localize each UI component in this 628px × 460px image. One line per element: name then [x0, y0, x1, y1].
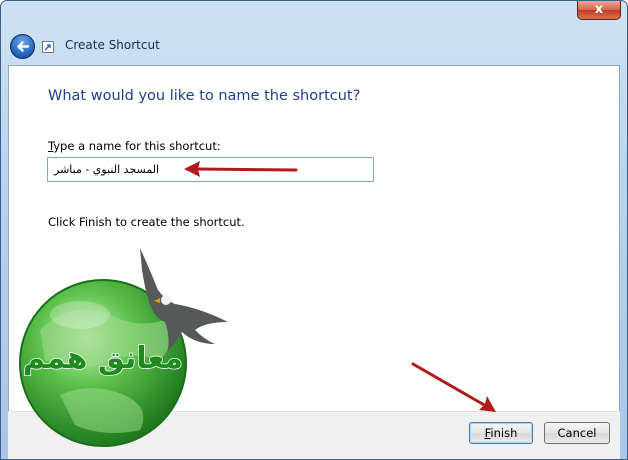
page-title: What would you like to name the shortcut… [48, 88, 361, 104]
finish-hint: Click Finish to create the shortcut. [48, 215, 245, 229]
button-bar: Finish Cancel [8, 411, 620, 459]
back-button[interactable] [10, 34, 35, 59]
close-icon: x [594, 2, 604, 17]
label-text: ype a name for this shortcut: [53, 139, 221, 153]
shortcut-name-value: المسجد النبوي - مباشر [54, 163, 160, 176]
window-title: Create Shortcut [65, 38, 160, 52]
back-arrow-icon [17, 41, 30, 52]
cancel-button[interactable]: Cancel [544, 422, 610, 444]
finish-label: inish [490, 426, 518, 440]
shortcut-icon [42, 41, 54, 53]
create-shortcut-window: x Create Shortcut What would you like to… [0, 0, 628, 460]
wizard-content: What would you like to name the shortcut… [8, 65, 620, 411]
close-button[interactable]: x [577, 1, 621, 20]
shortcut-name-input[interactable]: المسجد النبوي - مباشر [47, 157, 374, 182]
title-bar: x Create Shortcut [1, 1, 627, 65]
finish-button[interactable]: Finish [469, 422, 533, 444]
name-field-label: Type a name for this shortcut: [48, 139, 221, 153]
